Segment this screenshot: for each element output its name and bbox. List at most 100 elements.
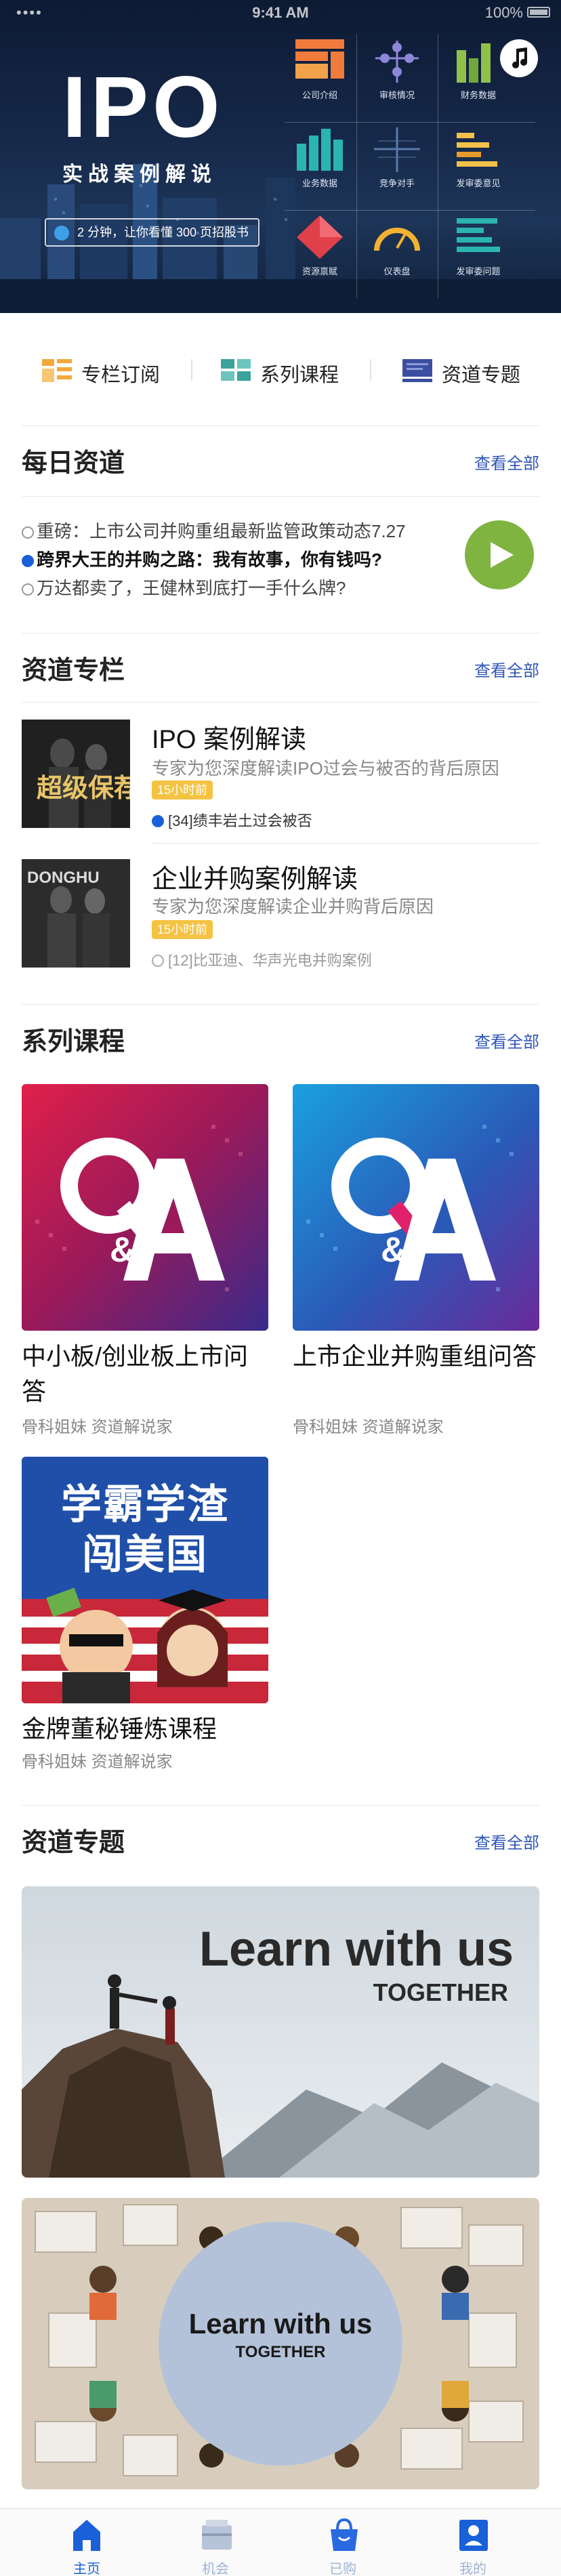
grid-label: 财务数据	[460, 90, 496, 100]
battery-percent: 100%	[484, 4, 523, 21]
nav-label: 专栏订阅	[81, 365, 161, 386]
topics-view-all-link[interactable]: 查看全部	[474, 1829, 539, 1853]
section-divider	[22, 425, 539, 426]
company-intro-icon	[295, 39, 344, 79]
daily-item[interactable]: 万达都卖了，王健林到底打一手什么牌?	[22, 575, 346, 600]
business-data-icon	[297, 129, 343, 171]
hero-title: IPO	[62, 59, 224, 156]
nav-series-course[interactable]: 系列课程	[221, 355, 350, 386]
play-icon	[491, 542, 514, 568]
tab-label: 我的	[459, 2562, 486, 2576]
topic-banner-title: Learn with us	[199, 1922, 514, 1976]
playing-icon	[22, 555, 34, 567]
series-title[interactable]: 中小板/创业板上市问答	[22, 1339, 268, 1409]
section-divider	[22, 1004, 539, 1005]
series-section-title: 系列课程	[22, 1028, 125, 1056]
time-badge: 15小时前	[152, 781, 213, 799]
daily-section-title: 每日资道	[22, 449, 125, 478]
hero-grid-review-status: 审核情况	[356, 38, 438, 126]
qa-cover-art: &	[22, 1084, 268, 1331]
committee-question-icon	[457, 218, 500, 252]
column-description: 专家为您深度解读企业并购背后原因	[152, 896, 434, 917]
daily-item-text: 万达都卖了，王健林到底打一手什么牌?	[37, 578, 346, 598]
play-status-icon	[22, 526, 34, 539]
bottom-tab-bar: 主页 机会 已购 我的	[0, 2508, 561, 2576]
svg-text:&: &	[110, 1230, 136, 1270]
play-status-icon	[152, 955, 164, 967]
resource-icon	[297, 215, 343, 259]
hero-tag-text: 2 分钟，让你看懂 300 页招股书	[77, 226, 249, 239]
daily-item-playing[interactable]: 跨界大王的并购之路：我有故事，你有钱吗?	[22, 546, 382, 571]
review-status-icon	[375, 41, 419, 83]
hero-grid-committee-question: 发审委问题	[438, 214, 519, 302]
column-cover-text: 超级保荐	[37, 774, 130, 803]
tab-label: 主页	[73, 2562, 100, 2576]
rocket-icon	[54, 226, 69, 241]
hero-subtitle: 实战案例解说	[62, 163, 217, 186]
nav-topic[interactable]: 资道专题	[402, 355, 531, 386]
column-thumbnail[interactable]: DONGHU	[22, 859, 130, 968]
topic-banner[interactable]: Learn with us TOGETHER	[22, 1886, 539, 2178]
hero-grid-committee-opinion: 发审委意见	[438, 126, 519, 214]
daily-play-button[interactable]	[465, 520, 534, 589]
grid-label: 审核情况	[379, 90, 415, 100]
grid-label: 仪表盘	[383, 266, 411, 276]
section-divider	[22, 702, 539, 703]
daily-view-all-link[interactable]: 查看全部	[474, 450, 539, 474]
nav-column-subscribe[interactable]: 专栏订阅	[42, 355, 171, 386]
column-thumbnail[interactable]: 超级保荐	[22, 720, 130, 828]
nav-label: 系列课程	[260, 365, 339, 386]
topics-section-title: 资道专题	[22, 1829, 125, 1857]
series-title[interactable]: 金牌董秘锤炼课程	[22, 1711, 268, 1747]
status-time: 9:41 AM	[252, 4, 309, 21]
daily-item-text: 跨界大王的并购之路：我有故事，你有钱吗?	[37, 549, 382, 570]
latest-episode-text: [34]绩丰岩土过会被否	[168, 812, 312, 829]
grid-label: 公司介绍	[302, 90, 337, 100]
topic-banner-subtitle: TOGETHER	[235, 2343, 326, 2361]
dashboard-icon	[374, 228, 420, 251]
column-subscribe-icon	[42, 359, 72, 382]
column-latest-episode[interactable]: [34]绩丰岩土过会被否	[152, 809, 312, 831]
hero-grid-resource: 资源禀赋	[279, 214, 360, 302]
purchased-bag-icon	[331, 2518, 358, 2551]
column-title[interactable]: IPO 案例解读	[152, 718, 306, 755]
column-title[interactable]: 企业并购案例解读	[152, 858, 358, 895]
columns-view-all-link[interactable]: 查看全部	[474, 657, 539, 681]
section-divider	[22, 1805, 539, 1806]
series-cover[interactable]: &	[22, 1084, 268, 1331]
nav-label: 资道专题	[442, 365, 521, 386]
column-description: 专家为您深度解读IPO过会与被否的背后原因	[152, 758, 499, 778]
battery-icon	[527, 7, 550, 18]
tab-purchased[interactable]: 已购	[302, 2516, 383, 2576]
hero-banner[interactable]: •••• 9:41 AM 100% IPO 实战案例解说 2 分钟，让你看懂 3…	[0, 0, 561, 313]
profile-icon	[459, 2520, 488, 2551]
section-divider	[22, 496, 539, 497]
grid-label: 竞争对手	[379, 178, 415, 188]
tab-profile[interactable]: 我的	[432, 2516, 514, 2576]
music-button[interactable]	[500, 39, 538, 77]
tab-home[interactable]: 主页	[46, 2516, 127, 2576]
committee-opinion-icon	[457, 133, 497, 167]
hero-tag: 2 分钟，让你看懂 300 页招股书	[45, 218, 260, 247]
hero-grid-dashboard: 仪表盘	[356, 214, 438, 302]
home-icon	[73, 2520, 100, 2551]
tab-label: 已购	[329, 2562, 356, 2576]
competitor-icon	[374, 127, 420, 172]
series-title[interactable]: 上市企业并购重组问答	[293, 1339, 539, 1374]
quick-nav: 专栏订阅 系列课程 资道专题	[0, 339, 561, 400]
series-view-all-link[interactable]: 查看全部	[474, 1029, 539, 1052]
topic-banner-subtitle: TOGETHER	[373, 1978, 508, 2006]
tab-label: 机会	[202, 2562, 229, 2576]
playing-icon	[152, 815, 164, 827]
columns-section-title: 资道专栏	[22, 657, 125, 685]
grid-label: 业务数据	[302, 178, 337, 188]
series-cover[interactable]: 学霸学渣 闯美国	[22, 1457, 268, 1703]
column-latest-episode[interactable]: [12]比亚迪、华声光电并购案例	[152, 949, 372, 970]
topic-banner[interactable]: Learn with us TOGETHER	[22, 2198, 539, 2489]
daily-item[interactable]: 重磅：上市公司并购重组最新监管政策动态7.27	[22, 518, 406, 543]
hero-grid-business-data: 业务数据	[279, 126, 360, 214]
tab-opportunity[interactable]: 机会	[175, 2516, 256, 2576]
hero-grid-competitor: 竞争对手	[356, 126, 438, 214]
series-cover[interactable]: &	[293, 1084, 539, 1331]
series-author: 骨科姐妹 资道解说家	[22, 1753, 173, 1771]
